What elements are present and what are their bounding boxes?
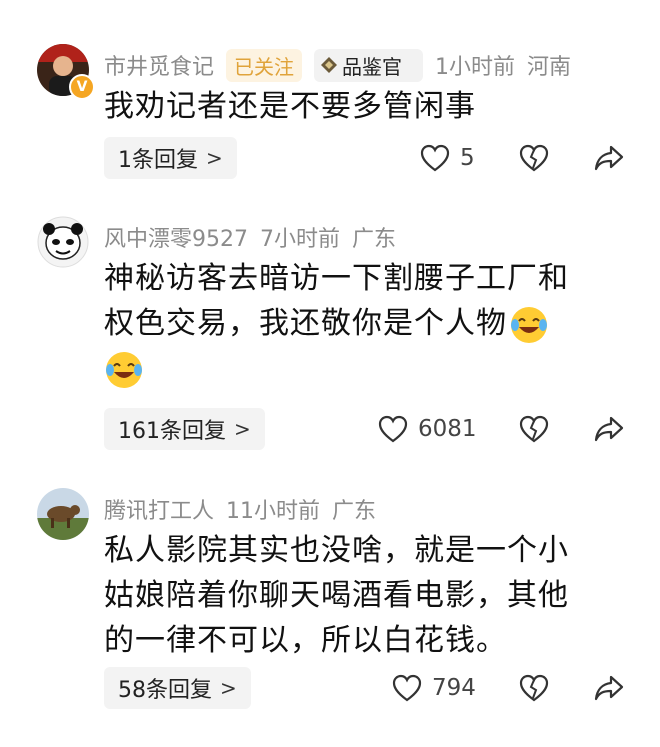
laughing-tears-emoji	[106, 351, 142, 388]
comment-text-line-2: 权色交易，我还敬你是个人物	[104, 301, 624, 346]
comment-meta: 腾讯打工人 11小时前 广东	[104, 492, 388, 526]
timestamp: 1小时前	[435, 55, 516, 80]
username[interactable]: 腾讯打工人	[104, 493, 214, 525]
followed-tag[interactable]: 已关注	[226, 48, 303, 82]
comment-text-line-3	[104, 346, 624, 391]
comment-meta: 风中漂零9527 7小时前 广东	[104, 220, 408, 254]
laughing-tears-emoji	[511, 306, 547, 343]
like-count: 5	[460, 145, 475, 171]
comment-meta: 市井觅食记 已关注 品鉴官 1小时前 河南	[104, 48, 583, 82]
username[interactable]: 市井觅食记	[104, 49, 214, 81]
heart-outline-icon	[392, 674, 422, 702]
comment-text-line: 神秘访客去暗访一下割腰子工厂和	[104, 261, 569, 296]
avatar[interactable]	[37, 488, 89, 540]
comment-text-line: 权色交易，我还敬你是个人物	[104, 306, 507, 341]
heart-outline-icon	[420, 144, 450, 172]
location: 河南	[527, 55, 572, 80]
verified-v-icon: V	[69, 74, 95, 100]
share-arrow-icon[interactable]	[593, 674, 625, 702]
comment-text-line: 姑娘陪着你聊天喝酒看电影，其他	[104, 578, 569, 613]
location: 广东	[332, 499, 377, 524]
badge-label: 品鉴官	[342, 54, 403, 79]
broken-heart-icon[interactable]	[519, 674, 549, 702]
comment-actions: 5	[0, 137, 660, 179]
share-arrow-icon[interactable]	[593, 144, 625, 172]
timestamp: 7小时前	[260, 227, 340, 252]
comment-text: 私人影院其实也没啥，就是一个小 姑娘陪着你聊天喝酒看电影，其他 的一律不可以，所…	[104, 528, 624, 663]
like-count: 6081	[418, 416, 477, 442]
username[interactable]: 风中漂零9527	[104, 221, 248, 253]
like-button[interactable]: 6081	[378, 415, 477, 443]
comment-text-line: 私人影院其实也没啥，就是一个小	[104, 533, 569, 568]
broken-heart-icon[interactable]	[519, 144, 549, 172]
comment-actions: 794	[0, 667, 660, 709]
avatar[interactable]	[37, 216, 89, 268]
like-button[interactable]: 5	[420, 144, 475, 172]
like-count: 794	[432, 675, 476, 701]
comment-text: 我劝记者还是不要多管闲事	[104, 84, 624, 129]
badge-tag: 品鉴官	[314, 48, 424, 82]
comment-text: 神秘访客去暗访一下割腰子工厂和 权色交易，我还敬你是个人物	[104, 256, 624, 391]
share-arrow-icon[interactable]	[593, 415, 625, 443]
like-button[interactable]: 794	[392, 674, 476, 702]
diamond-badge-icon	[321, 57, 338, 73]
comment-text-line: 我劝记者还是不要多管闲事	[104, 89, 476, 124]
comment-actions: 6081	[0, 408, 660, 450]
heart-outline-icon	[378, 415, 408, 443]
location: 广东	[352, 227, 397, 252]
comment-text-line: 的一律不可以，所以白花钱。	[104, 623, 507, 658]
broken-heart-icon[interactable]	[519, 415, 549, 443]
timestamp: 11小时前	[226, 499, 321, 524]
